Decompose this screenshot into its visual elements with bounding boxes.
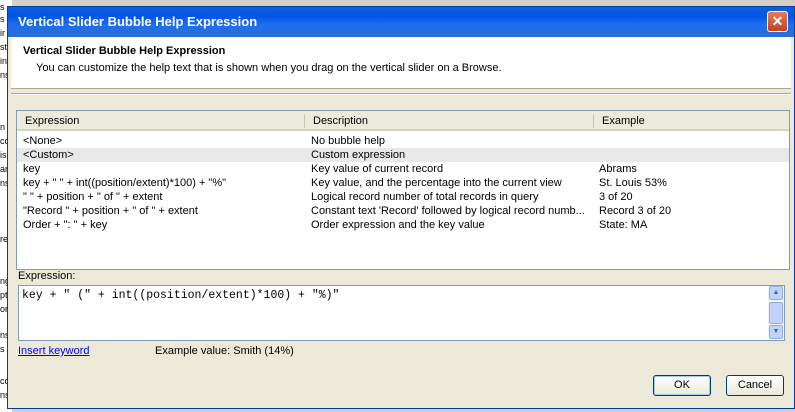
bg-fragment: s xyxy=(0,2,5,12)
list-row[interactable]: <None> No bubble help xyxy=(17,134,789,148)
scroll-up-icon[interactable]: ▲ xyxy=(769,286,783,300)
cell-expression: Order + ": " + key xyxy=(23,219,108,231)
scroll-thumb[interactable] xyxy=(769,302,783,324)
separator xyxy=(11,93,791,95)
column-divider[interactable] xyxy=(304,114,305,128)
header-title: Vertical Slider Bubble Help Expression xyxy=(23,45,226,57)
list-row[interactable]: Order + ": " + key Order expression and … xyxy=(17,218,789,232)
cell-example: St. Louis 53% xyxy=(599,177,667,189)
cell-example: Record 3 of 20 xyxy=(599,205,672,217)
expression-label: Expression: xyxy=(18,270,76,282)
list-row[interactable]: key + " " + int((position/extent)*100) +… xyxy=(17,176,789,190)
cell-description: Logical record number of total records i… xyxy=(311,191,539,203)
bg-fragment: s xyxy=(0,14,5,24)
scroll-down-icon[interactable]: ▼ xyxy=(769,325,783,339)
bg-fragment: s xyxy=(0,344,5,354)
expression-input[interactable]: key + " (" + int((position/extent)*100) … xyxy=(18,285,785,341)
cell-expression: <Custom> xyxy=(23,149,74,161)
expression-scrollbar[interactable]: ▲ ▼ xyxy=(768,286,784,340)
cell-expression: key + " " + int((position/extent)*100) +… xyxy=(23,177,227,189)
expression-value[interactable]: key + " (" + int((position/extent)*100) … xyxy=(22,289,339,302)
cell-example: 3 of 20 xyxy=(599,191,633,203)
insert-keyword-link[interactable]: Insert keyword xyxy=(18,345,90,357)
cell-expression: <None> xyxy=(23,135,63,147)
list-header: Expression Description Example xyxy=(17,111,789,131)
column-header-example[interactable]: Example xyxy=(602,115,645,127)
cell-description: Key value, and the percentage into the c… xyxy=(311,177,562,189)
column-header-expression[interactable]: Expression xyxy=(25,115,79,127)
list-row[interactable]: "Record " + position + " of " + extent C… xyxy=(17,204,789,218)
bg-fragment: is xyxy=(0,150,7,160)
list-row-selected[interactable]: <Custom> Custom expression xyxy=(17,148,789,162)
cell-expression: key xyxy=(23,163,41,175)
list-row[interactable]: " " + position + " of " + extent Logical… xyxy=(17,190,789,204)
cell-example: Abrams xyxy=(599,163,637,175)
list-row[interactable]: key Key value of current record Abrams xyxy=(17,162,789,176)
column-header-description[interactable]: Description xyxy=(313,115,368,127)
column-divider[interactable] xyxy=(593,114,594,128)
example-value-label: Example value: Smith (14%) xyxy=(155,345,294,357)
close-icon[interactable]: ✕ xyxy=(767,11,788,32)
cell-expression: " " + position + " of " + extent xyxy=(23,191,163,203)
ok-button[interactable]: OK xyxy=(653,375,711,396)
cell-description: Custom expression xyxy=(311,149,406,161)
expression-list[interactable]: Expression Description Example <None> No… xyxy=(16,110,790,270)
cell-description: Key value of current record xyxy=(311,163,444,175)
cell-example: State: MA xyxy=(599,219,648,231)
bubble-help-dialog: Vertical Slider Bubble Help Expression ✕… xyxy=(7,6,795,409)
cell-description: Constant text 'Record' followed by logic… xyxy=(311,205,585,217)
cell-description: Order expression and the key value xyxy=(311,219,485,231)
header-subtitle: You can customize the help text that is … xyxy=(36,62,502,74)
dialog-title: Vertical Slider Bubble Help Expression xyxy=(18,14,258,29)
dialog-titlebar[interactable]: Vertical Slider Bubble Help Expression ✕ xyxy=(8,7,794,37)
cell-expression: "Record " + position + " of " + extent xyxy=(23,205,198,217)
dialog-header: Vertical Slider Bubble Help Expression Y… xyxy=(11,37,791,89)
cell-description: No bubble help xyxy=(311,135,386,147)
bg-fragment: n xyxy=(0,122,6,132)
cancel-button[interactable]: Cancel xyxy=(726,375,784,396)
bg-fragment: ir xyxy=(0,28,5,38)
